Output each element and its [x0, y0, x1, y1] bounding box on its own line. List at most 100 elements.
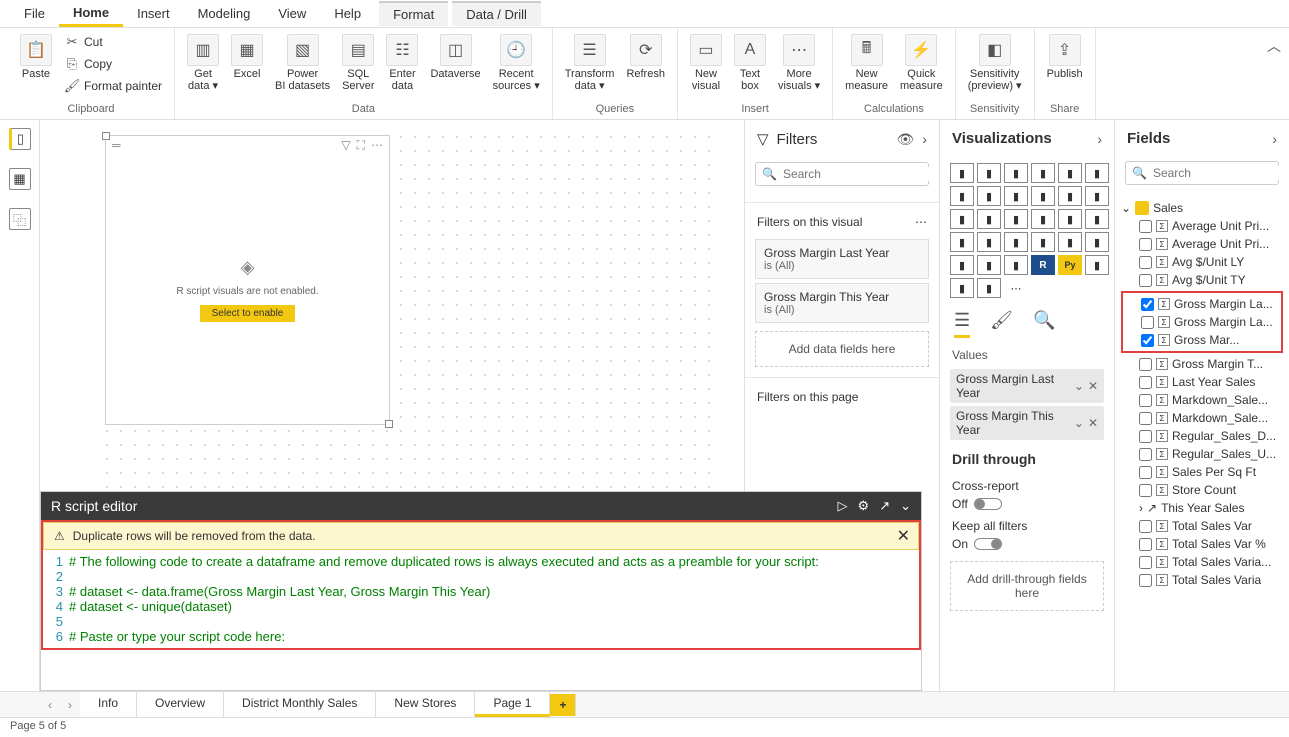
get_data-button[interactable]: ▥Getdata ▾: [183, 32, 223, 94]
field-item[interactable]: ΣRegular_Sales_U...: [1121, 445, 1283, 463]
collapse-icon[interactable]: ›: [1272, 131, 1277, 147]
field-item[interactable]: ΣTotal Sales Varia...: [1121, 553, 1283, 571]
field-item[interactable]: ΣMarkdown_Sale...: [1121, 391, 1283, 409]
field-item[interactable]: ΣAvg $/Unit LY: [1121, 253, 1283, 271]
page-tab[interactable]: District Monthly Sales: [224, 692, 376, 717]
viz-type-28[interactable]: Py: [1058, 255, 1082, 275]
viz-type-13[interactable]: ▮: [977, 209, 1001, 229]
tab-prev-icon[interactable]: ‹: [40, 698, 60, 712]
collapse-editor-icon[interactable]: ⌄: [900, 498, 911, 514]
menu-insert[interactable]: Insert: [123, 2, 184, 25]
page-tab[interactable]: Info: [80, 692, 137, 717]
viz-type-7[interactable]: ▮: [977, 186, 1001, 206]
viz-type-30[interactable]: ▮: [950, 278, 974, 298]
focus-mode-icon[interactable]: ⛶: [357, 138, 365, 153]
add-drill-fields[interactable]: Add drill-through fields here: [950, 561, 1104, 611]
viz-type-15[interactable]: ▮: [1031, 209, 1055, 229]
field-item[interactable]: ΣMarkdown_Sale...: [1121, 409, 1283, 427]
viz-type-26[interactable]: ▮: [1004, 255, 1028, 275]
sensitivity-button[interactable]: ◧Sensitivity(preview) ▾: [964, 32, 1026, 94]
tab-next-icon[interactable]: ›: [60, 698, 80, 712]
publish-button[interactable]: ⇪Publish: [1043, 32, 1087, 82]
more-icon[interactable]: ⋯: [915, 215, 927, 229]
field-item[interactable]: ΣGross Margin La...: [1123, 295, 1281, 313]
menu-help[interactable]: Help: [320, 2, 375, 25]
viz-type-16[interactable]: ▮: [1058, 209, 1082, 229]
field-item[interactable]: ΣStore Count: [1121, 481, 1283, 499]
enter_data-button[interactable]: ☷Enterdata: [382, 32, 422, 94]
eye-icon[interactable]: 👁: [897, 131, 915, 148]
field-item[interactable]: ΣAvg $/Unit TY: [1121, 271, 1283, 289]
pbi_ds-button[interactable]: ▧PowerBI datasets: [271, 32, 334, 94]
filter-icon[interactable]: ▽: [341, 138, 350, 153]
field-item[interactable]: ΣTotal Sales Var: [1121, 517, 1283, 535]
collapse-icon[interactable]: ›: [922, 131, 927, 147]
format-tab-icon[interactable]: 🖌: [990, 310, 1013, 338]
dataverse-button[interactable]: ◫Dataverse: [426, 32, 484, 82]
menu-home[interactable]: Home: [59, 1, 123, 27]
viz-type-29[interactable]: ▮: [1085, 255, 1109, 275]
page-tab[interactable]: New Stores: [376, 692, 475, 717]
recent-button[interactable]: 🕘Recentsources ▾: [489, 32, 544, 94]
model-view-icon[interactable]: ⿻: [9, 208, 31, 230]
viz-type-11[interactable]: ▮: [1085, 186, 1109, 206]
viz-type-14[interactable]: ▮: [1004, 209, 1028, 229]
field-item[interactable]: ΣTotal Sales Var %: [1121, 535, 1283, 553]
viz-type-18[interactable]: ▮: [950, 232, 974, 252]
viz-type-5[interactable]: ▮: [1085, 163, 1109, 183]
viz-type-1[interactable]: ▮: [977, 163, 1001, 183]
viz-type-25[interactable]: ▮: [977, 255, 1001, 275]
viz-type-20[interactable]: ▮: [1004, 232, 1028, 252]
cut-button[interactable]: ✂Cut: [60, 32, 166, 52]
viz-type-4[interactable]: ▮: [1058, 163, 1082, 183]
report-view-icon[interactable]: ▯: [9, 128, 31, 150]
paste-button[interactable]: 📋Paste: [16, 32, 56, 82]
filters-search[interactable]: 🔍: [755, 162, 929, 186]
run-script-icon[interactable]: ▷: [838, 498, 848, 514]
menu-modeling[interactable]: Modeling: [184, 2, 265, 25]
viz-type-0[interactable]: ▮: [950, 163, 974, 183]
new_measure-button[interactable]: 🖩Newmeasure: [841, 32, 892, 94]
more_visuals-button[interactable]: ⋯Morevisuals ▾: [774, 32, 824, 94]
viz-type-23[interactable]: ▮: [1085, 232, 1109, 252]
filter-card[interactable]: Gross Margin This Yearis (All): [755, 283, 929, 323]
filters-search-input[interactable]: [783, 167, 938, 181]
field-item[interactable]: ΣRegular_Sales_D...: [1121, 427, 1283, 445]
fields-tab-icon[interactable]: ☰: [954, 310, 970, 338]
field-item[interactable]: ΣAverage Unit Pri...: [1121, 217, 1283, 235]
cross-report-toggle[interactable]: [974, 498, 1002, 510]
collapse-icon[interactable]: ›: [1097, 131, 1102, 147]
menu-datadrill[interactable]: Data / Drill: [452, 1, 541, 26]
collapse-ribbon-icon[interactable]: ︿: [1267, 36, 1281, 56]
quick_measure-button[interactable]: ⚡Quickmeasure: [896, 32, 947, 94]
r-code-area[interactable]: 1# The following code to create a datafr…: [43, 550, 919, 648]
viz-type-2[interactable]: ▮: [1004, 163, 1028, 183]
popout-icon[interactable]: ↗: [879, 498, 890, 514]
menu-format[interactable]: Format: [379, 1, 448, 26]
add-filter-fields[interactable]: Add data fields here: [755, 331, 929, 367]
viz-type-3[interactable]: ▮: [1031, 163, 1055, 183]
close-warning-icon[interactable]: ✕: [897, 526, 910, 546]
viz-type-19[interactable]: ▮: [977, 232, 1001, 252]
value-pill[interactable]: Gross Margin This Year⌄✕: [950, 406, 1104, 440]
field-item[interactable]: ΣGross Mar...: [1123, 331, 1281, 349]
new_visual-button[interactable]: ▭Newvisual: [686, 32, 726, 94]
field-item[interactable]: ΣGross Margin T...: [1121, 355, 1283, 373]
fields-search-input[interactable]: [1153, 166, 1289, 180]
r-visual-placeholder[interactable]: ═ ▽ ⛶ ⋯ ◈ R script visuals are not enabl…: [105, 135, 390, 425]
fields-search[interactable]: 🔍: [1125, 161, 1279, 185]
viz-type-22[interactable]: ▮: [1058, 232, 1082, 252]
settings-icon[interactable]: ⚙: [858, 498, 870, 514]
viz-type-6[interactable]: ▮: [950, 186, 974, 206]
value-pill[interactable]: Gross Margin Last Year⌄✕: [950, 369, 1104, 403]
more-options-icon[interactable]: ⋯: [371, 138, 383, 153]
data-view-icon[interactable]: ▦: [9, 168, 31, 190]
page-tab[interactable]: Overview: [137, 692, 224, 717]
excel-button[interactable]: ▦Excel: [227, 32, 267, 82]
format_painter-button[interactable]: 🖌Format painter: [60, 76, 166, 96]
transform-button[interactable]: ☰Transformdata ▾: [561, 32, 619, 94]
viz-type-21[interactable]: ▮: [1031, 232, 1055, 252]
field-item[interactable]: ΣSales Per Sq Ft: [1121, 463, 1283, 481]
text_box-button[interactable]: ATextbox: [730, 32, 770, 94]
copy-button[interactable]: ⎘Copy: [60, 54, 166, 74]
